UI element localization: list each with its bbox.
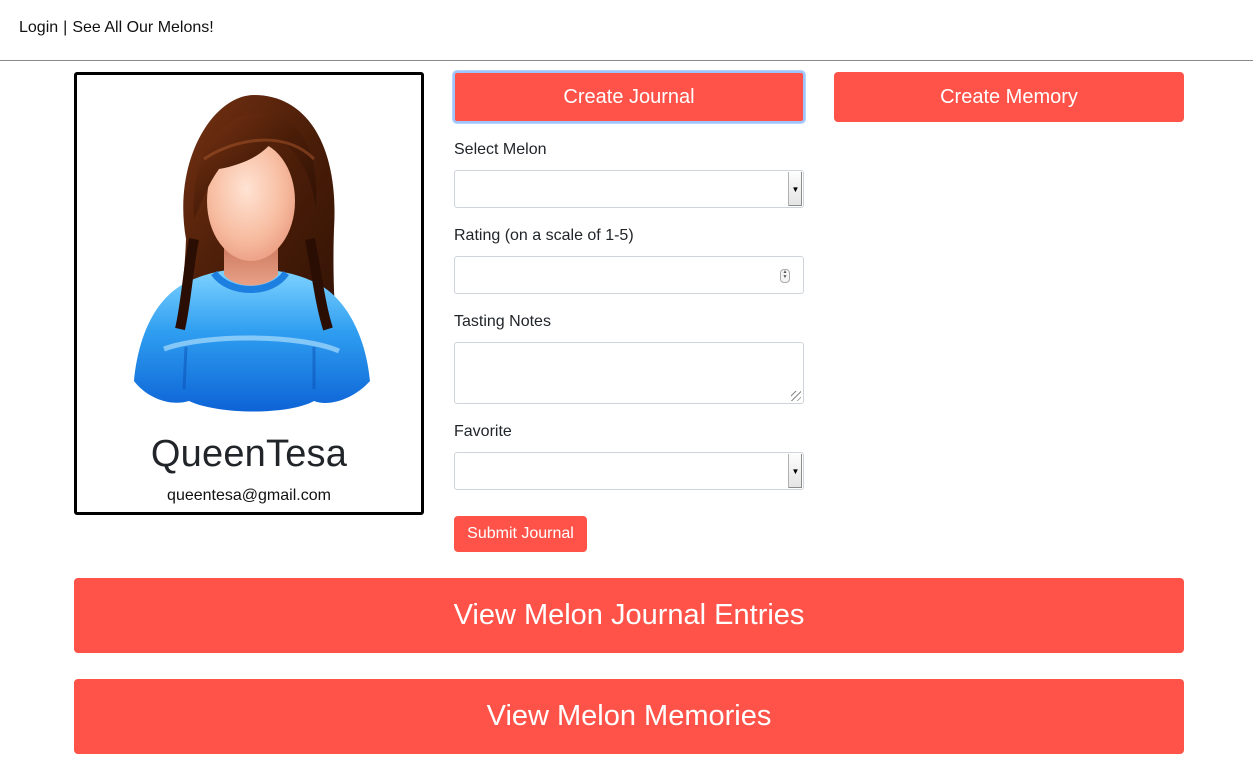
profile-email: queentesa@gmail.com	[167, 487, 331, 504]
create-memory-button[interactable]: Create Memory	[834, 72, 1184, 122]
nav-links: Login | See All Our Melons!	[19, 19, 214, 37]
chevron-down-icon: ▼	[788, 454, 802, 488]
submit-journal-button[interactable]: Submit Journal	[454, 516, 587, 552]
select-melon-dropdown[interactable]: ▼	[454, 170, 804, 208]
resize-handle-icon[interactable]	[791, 391, 801, 401]
profile-username: QueenTesa	[150, 433, 348, 475]
tasting-notes-label: Tasting Notes	[454, 313, 551, 330]
favorite-dropdown[interactable]: ▼	[454, 452, 804, 490]
tasting-notes-textarea[interactable]	[454, 342, 804, 404]
profile-card: QueenTesa queentesa@gmail.com	[74, 72, 424, 515]
rating-label: Rating (on a scale of 1-5)	[454, 227, 634, 244]
favorite-label: Favorite	[454, 423, 512, 440]
chevron-down-icon: ▼	[788, 172, 802, 206]
nav-separator: |	[63, 19, 68, 36]
create-journal-button[interactable]: Create Journal	[453, 71, 805, 123]
login-link[interactable]: Login	[19, 19, 58, 36]
female-user-avatar-icon	[134, 95, 370, 412]
top-navbar: Login | See All Our Melons!	[0, 0, 1253, 61]
view-memories-button[interactable]: View Melon Memories	[74, 679, 1184, 754]
see-all-melons-link[interactable]: See All Our Melons!	[72, 19, 213, 36]
number-spinner-icon[interactable]: ▲ ▼	[780, 269, 790, 283]
select-melon-label: Select Melon	[454, 141, 547, 158]
view-journal-entries-button[interactable]: View Melon Journal Entries	[74, 578, 1184, 653]
rating-input[interactable]: ▲ ▼	[454, 256, 804, 294]
